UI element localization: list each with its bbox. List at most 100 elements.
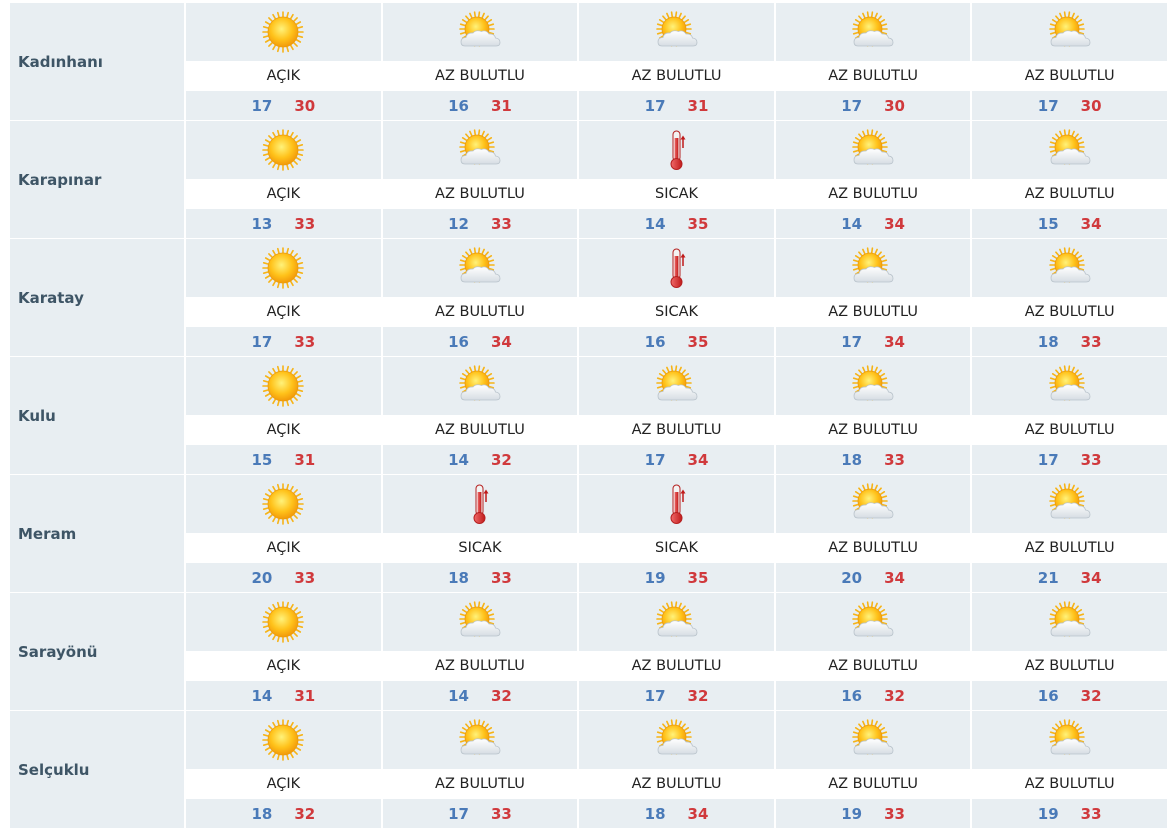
min-temp: 16 xyxy=(448,332,469,351)
weather-condition: AZ BULUTLU xyxy=(775,415,971,445)
day-forecast: AÇIK 15 31 xyxy=(186,357,381,475)
temperature-range: 14 31 xyxy=(186,681,381,710)
day-forecast: SICAK 16 35 xyxy=(579,239,774,357)
day-forecast: AZ BULUTLU 16 32 xyxy=(775,593,971,711)
temperature-range: 19 33 xyxy=(972,799,1167,828)
weather-icon-cell xyxy=(382,121,578,179)
weather-condition: AZ BULUTLU xyxy=(579,61,774,91)
city-row-kulu: Kulu AÇIK 15 31 AZ BULUTLU 14 32 AZ BULUTLU 17… xyxy=(10,357,1167,475)
max-temp: 30 xyxy=(1080,96,1102,115)
min-temp: 18 xyxy=(1037,332,1059,351)
weather-condition: AÇIK xyxy=(186,61,381,91)
max-temp: 31 xyxy=(687,96,709,115)
weather-condition: AZ BULUTLU xyxy=(579,769,774,799)
partly-cloudy-icon xyxy=(456,364,504,408)
min-temp: 14 xyxy=(448,686,469,705)
city-row-sarayonu: Sarayönü AÇIK 14 31 AZ BULUTLU 14 32 AZ BULUT… xyxy=(10,593,1167,711)
min-temp: 17 xyxy=(251,96,273,115)
day-forecast: AZ BULUTLU 15 34 xyxy=(972,121,1167,239)
weather-condition: AZ BULUTLU xyxy=(775,769,971,799)
day-forecast: AZ BULUTLU 18 33 xyxy=(775,357,971,475)
min-temp: 15 xyxy=(251,450,273,469)
temperature-range: 18 34 xyxy=(579,799,774,828)
day-forecast: AZ BULUTLU 17 32 xyxy=(579,593,774,711)
day-forecast: AZ BULUTLU 17 34 xyxy=(775,239,971,357)
max-temp: 32 xyxy=(490,686,512,705)
min-temp: 20 xyxy=(841,568,863,587)
temperature-range: 17 34 xyxy=(579,445,774,474)
max-temp: 34 xyxy=(1080,568,1102,587)
min-temp: 17 xyxy=(1037,450,1059,469)
day-forecast: AZ BULUTLU 14 34 xyxy=(775,121,971,239)
day-forecast: AZ BULUTLU 16 31 xyxy=(382,3,578,121)
min-temp: 17 xyxy=(1037,96,1059,115)
temperature-range: 17 32 xyxy=(579,681,774,710)
weather-icon-cell xyxy=(579,3,774,61)
thermometer-icon xyxy=(662,246,692,290)
weather-condition: AZ BULUTLU xyxy=(972,61,1167,91)
weather-icon-cell xyxy=(186,357,381,415)
weather-icon-cell xyxy=(775,239,971,297)
day-forecast: AZ BULUTLU 14 32 xyxy=(382,593,578,711)
min-temp: 17 xyxy=(448,804,469,823)
max-temp: 34 xyxy=(1080,214,1102,233)
day-forecast: AÇIK 14 31 xyxy=(186,593,381,711)
weather-icon-cell xyxy=(972,711,1167,769)
min-temp: 16 xyxy=(644,332,666,351)
temperature-range: 18 33 xyxy=(775,445,971,474)
weather-condition: AZ BULUTLU xyxy=(775,533,971,563)
temperature-range: 16 35 xyxy=(579,327,774,356)
thermometer-icon xyxy=(465,482,495,526)
min-temp: 18 xyxy=(644,804,666,823)
day-forecast: AZ BULUTLU 18 34 xyxy=(579,711,774,829)
partly-cloudy-icon xyxy=(1046,600,1094,644)
partly-cloudy-icon xyxy=(456,128,504,172)
temperature-range: 18 33 xyxy=(382,563,578,592)
temperature-range: 15 34 xyxy=(972,209,1167,238)
weather-condition: AZ BULUTLU xyxy=(972,533,1167,563)
min-temp: 16 xyxy=(841,686,863,705)
day-forecast: SICAK 19 35 xyxy=(579,475,774,593)
weather-icon-cell xyxy=(579,475,774,533)
city-name: Karatay xyxy=(10,239,185,357)
min-temp: 15 xyxy=(1037,214,1059,233)
weather-condition: AÇIK xyxy=(186,415,381,445)
max-temp: 34 xyxy=(687,804,709,823)
weather-condition: AZ BULUTLU xyxy=(579,415,774,445)
max-temp: 31 xyxy=(294,450,316,469)
day-forecast: AZ BULUTLU 16 32 xyxy=(972,593,1167,711)
max-temp: 33 xyxy=(1080,804,1102,823)
temperature-range: 19 35 xyxy=(579,563,774,592)
partly-cloudy-icon xyxy=(456,718,504,762)
min-temp: 19 xyxy=(1037,804,1059,823)
partly-cloudy-icon xyxy=(849,246,897,290)
max-temp: 34 xyxy=(490,332,512,351)
partly-cloudy-icon xyxy=(849,128,897,172)
weather-condition: AZ BULUTLU xyxy=(382,179,578,209)
partly-cloudy-icon xyxy=(1046,10,1094,54)
day-forecast: AÇIK 20 33 xyxy=(186,475,381,593)
min-temp: 16 xyxy=(448,96,469,115)
partly-cloudy-icon xyxy=(849,364,897,408)
day-forecast: AZ BULUTLU 14 32 xyxy=(382,357,578,475)
day-forecast: AZ BULUTLU 17 31 xyxy=(579,3,774,121)
min-temp: 17 xyxy=(251,332,273,351)
weather-icon-cell xyxy=(382,593,578,651)
temperature-range: 14 32 xyxy=(382,445,578,474)
max-temp: 33 xyxy=(490,568,512,587)
weather-condition: AZ BULUTLU xyxy=(775,61,971,91)
max-temp: 35 xyxy=(687,568,709,587)
city-name: Kulu xyxy=(10,357,185,475)
partly-cloudy-icon xyxy=(849,718,897,762)
min-temp: 17 xyxy=(644,96,666,115)
day-forecast: AZ BULUTLU 17 34 xyxy=(579,357,774,475)
temperature-range: 17 30 xyxy=(972,91,1167,120)
day-forecast: AZ BULUTLU 19 33 xyxy=(775,711,971,829)
temperature-range: 18 33 xyxy=(972,327,1167,356)
day-forecast: AÇIK 18 32 xyxy=(186,711,381,829)
forecast-table: Kadınhanı AÇIK 17 30 AZ BULUTLU 16 31 AZ BULU… xyxy=(10,3,1167,829)
weather-icon-cell xyxy=(382,475,578,533)
temperature-range: 13 33 xyxy=(186,209,381,238)
min-temp: 18 xyxy=(251,804,273,823)
max-temp: 35 xyxy=(687,332,709,351)
